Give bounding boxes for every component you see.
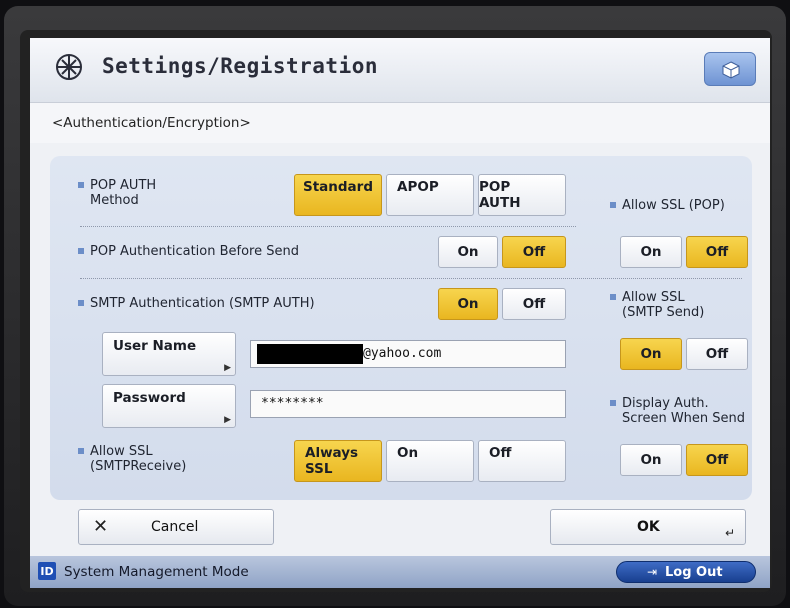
redaction-block (257, 344, 363, 364)
ssl-receive-always-button[interactable]: Always SSL (294, 440, 382, 482)
divider (80, 226, 576, 227)
header: Settings/Registration (30, 38, 770, 102)
pop-before-send-on-button[interactable]: On (438, 236, 498, 268)
id-icon: ID (38, 562, 56, 580)
display-auth-off-button[interactable]: Off (686, 444, 748, 476)
display-auth-label: Display Auth. Screen When Send (609, 396, 746, 426)
logout-icon: ⇥ (647, 565, 658, 579)
allow-ssl-smtp-receive-label: Allow SSL (SMTPReceive) (77, 444, 187, 474)
ssl-smtp-send-off-button[interactable]: Off (686, 338, 748, 370)
page-title: Settings/Registration (102, 54, 379, 78)
password-button[interactable]: Password ▶ (102, 384, 236, 428)
status-monitor-button[interactable] (704, 52, 756, 86)
smtp-auth-on-button[interactable]: On (438, 288, 498, 320)
log-out-label: Log Out (665, 565, 723, 580)
pop-auth-method-label: POP AUTH Method (77, 178, 157, 208)
settings-registration-icon (56, 54, 82, 80)
pop-before-send-off-button[interactable]: Off (502, 236, 566, 268)
smtp-auth-label: SMTP Authentication (SMTP AUTH) (78, 296, 315, 311)
divider (80, 278, 742, 279)
user-name-field[interactable]: @yahoo.com (250, 340, 566, 368)
ssl-receive-on-button[interactable]: On (386, 440, 474, 482)
smtp-auth-off-button[interactable]: Off (502, 288, 566, 320)
ssl-smtp-send-on-button[interactable]: On (620, 338, 682, 370)
password-button-label: Password (113, 390, 186, 406)
settings-panel: POP AUTH Method Standard APOP POP AUTH P… (50, 156, 752, 500)
user-name-value: @yahoo.com (363, 346, 442, 361)
ssl-pop-off-button[interactable]: Off (686, 236, 748, 268)
allow-ssl-pop-label: Allow SSL (POP) (610, 198, 725, 213)
touch-screen: Settings/Registration <Authentication/En… (30, 38, 770, 588)
footer-bar: ID System Management Mode ⇥ Log Out (30, 556, 770, 588)
return-arrow-icon: ↵ (724, 526, 735, 540)
pop-before-send-label: POP Authentication Before Send (78, 244, 299, 259)
triangle-right-icon: ▶ (224, 415, 231, 425)
ssl-pop-on-button[interactable]: On (620, 236, 682, 268)
subheader: <Authentication/Encryption> (30, 102, 770, 143)
user-name-button[interactable]: User Name ▶ (102, 332, 236, 376)
ssl-receive-off-button[interactable]: Off (478, 440, 566, 482)
triangle-right-icon: ▶ (224, 363, 231, 373)
pop-auth-popauth-button[interactable]: POP AUTH (478, 174, 566, 216)
breadcrumb: <Authentication/Encryption> (52, 115, 251, 131)
mode-label: System Management Mode (64, 564, 249, 580)
display-auth-on-button[interactable]: On (620, 444, 682, 476)
pop-auth-standard-button[interactable]: Standard (294, 174, 382, 216)
password-field[interactable]: ******** (250, 390, 566, 418)
ok-button[interactable]: OK ↵ (550, 509, 746, 545)
allow-ssl-smtp-send-label: Allow SSL (SMTP Send) (609, 290, 705, 320)
pop-auth-apop-button[interactable]: APOP (386, 174, 474, 216)
password-value: ******** (261, 396, 324, 411)
ok-label: OK (637, 519, 660, 535)
log-out-button[interactable]: ⇥ Log Out (616, 561, 756, 583)
close-icon: ✕ (93, 516, 109, 537)
cancel-button[interactable]: ✕ Cancel (78, 509, 274, 545)
cube-icon (722, 61, 740, 79)
user-name-button-label: User Name (113, 338, 197, 354)
cancel-label: Cancel (151, 519, 199, 535)
